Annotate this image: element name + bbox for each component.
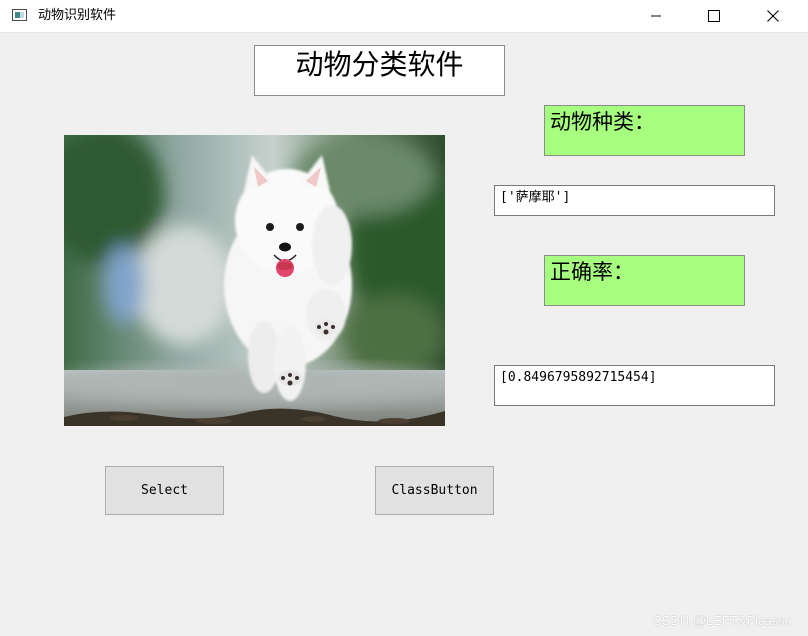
app-window-icon [12, 9, 27, 21]
maximize-button[interactable] [691, 0, 737, 31]
species-label: 动物种类： [544, 105, 745, 156]
page-title: 动物分类软件 [254, 45, 505, 96]
minimize-icon [651, 15, 661, 16]
select-button[interactable]: Select [105, 466, 224, 515]
app-window: 动物识别软件 动物分类软件 动物种类： ['萨摩耶'] 正确率： [0.8496… [0, 0, 808, 636]
close-button[interactable] [750, 0, 796, 31]
close-icon [767, 9, 779, 22]
minimize-button[interactable] [633, 0, 679, 31]
watermark: CSDN @LEFT&Picasso [652, 613, 792, 628]
maximize-icon [708, 9, 720, 22]
class-button[interactable]: ClassButton [375, 466, 494, 515]
window-title: 动物识别软件 [38, 8, 117, 23]
title-bar[interactable]: 动物识别软件 [0, 0, 808, 33]
species-output[interactable]: ['萨摩耶'] [494, 185, 775, 216]
accuracy-label: 正确率： [544, 255, 745, 306]
accuracy-output[interactable]: [0.8496795892715454] [494, 365, 775, 406]
animal-image [64, 135, 445, 426]
